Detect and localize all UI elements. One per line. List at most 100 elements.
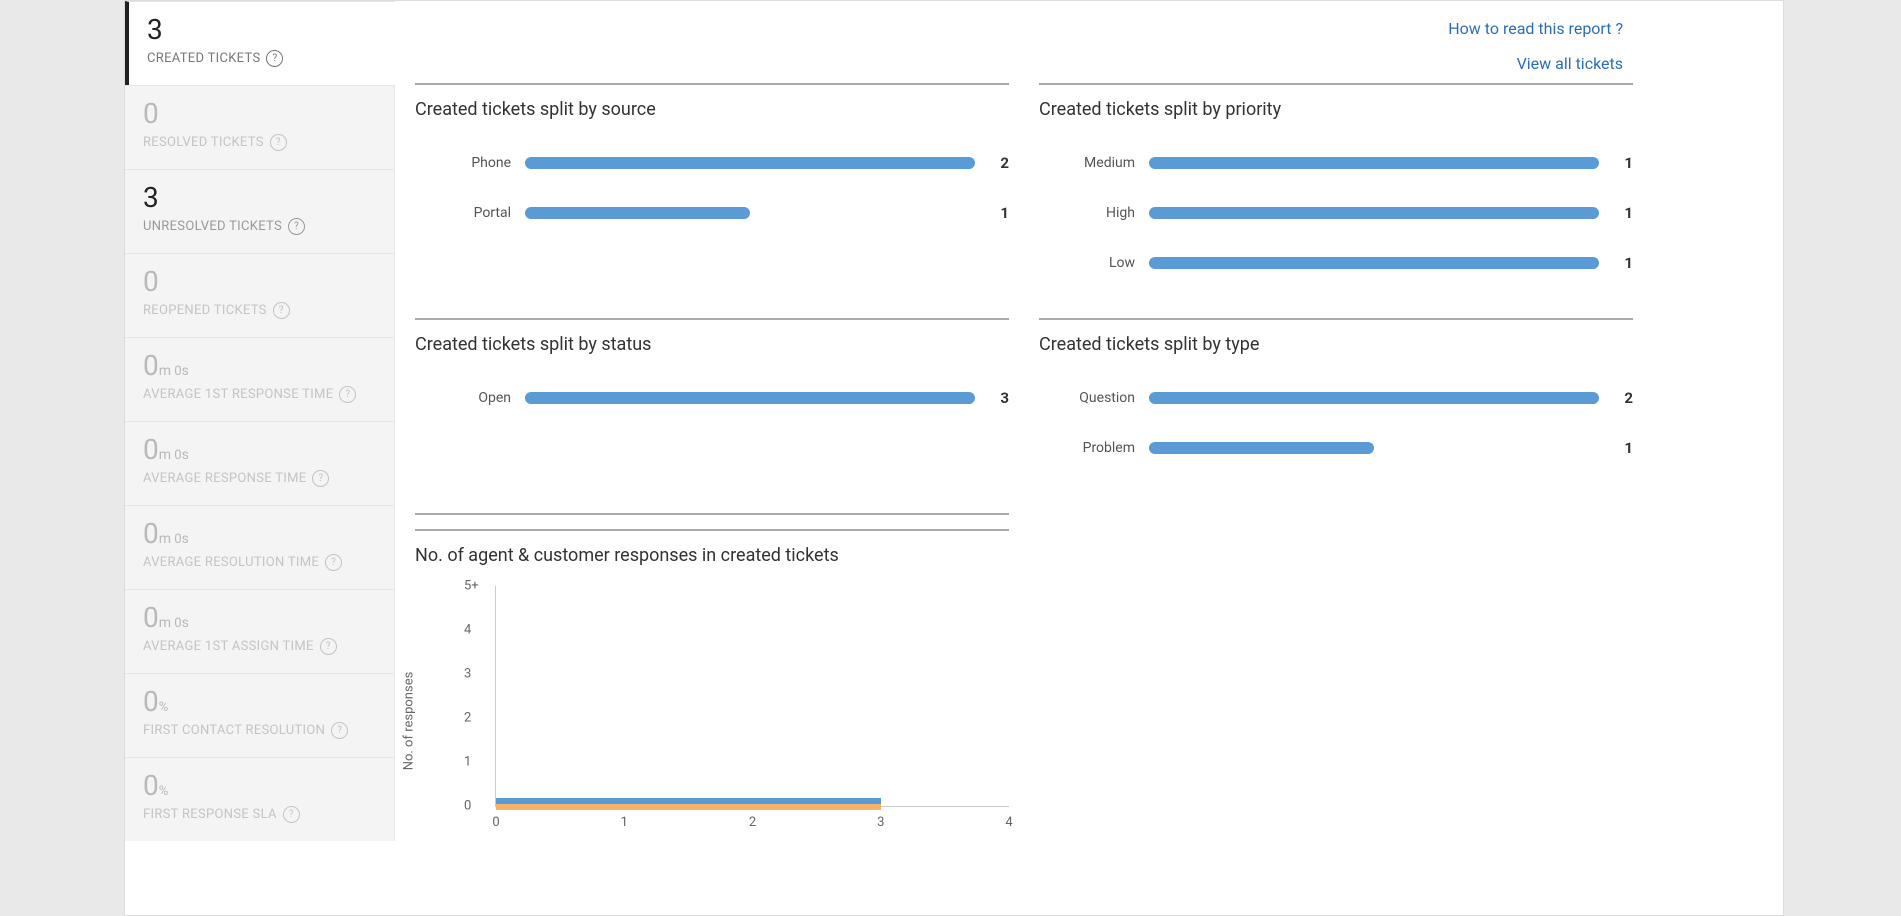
chart-status: Created tickets split by status Open 3 <box>415 318 1009 503</box>
bar-track <box>525 157 975 169</box>
bar-fill <box>525 157 975 169</box>
bar-track <box>525 392 975 404</box>
bar-track <box>1149 207 1599 219</box>
kpi-label: CREATED TICKETS <box>147 51 260 66</box>
y-tick: 3 <box>464 667 471 682</box>
report-main: How to read this report ? View all ticke… <box>415 1 1763 915</box>
chart-responses: No. of agent & customer responses in cre… <box>415 513 1009 856</box>
bar-fill <box>1149 207 1599 219</box>
kpi-label: AVERAGE RESPONSE TIME <box>143 471 306 486</box>
kpi-label: FIRST RESPONSE SLA <box>143 807 277 822</box>
kpi-label: AVERAGE RESOLUTION TIME <box>143 555 319 570</box>
kpi-value: 0 <box>143 601 159 634</box>
help-icon[interactable]: ? <box>331 722 348 739</box>
bar-track <box>1149 392 1599 404</box>
y-tick: 2 <box>464 711 471 726</box>
chart-priority: Created tickets split by priority Medium… <box>1039 83 1633 318</box>
y-axis-title: No. of responses <box>402 672 417 771</box>
bar-type-problem[interactable]: Problem 1 <box>1039 433 1633 463</box>
kpi-fr-sla[interactable]: 0%FIRST RESPONSE SLA? <box>125 757 395 841</box>
kpi-value: 0 <box>143 349 159 382</box>
kpi-avg-resolution[interactable]: 0m 0sAVERAGE RESOLUTION TIME? <box>125 505 395 589</box>
kpi-avg-first-response[interactable]: 0m 0s AVERAGE 1ST RESPONSE TIME? <box>125 337 395 421</box>
chart-title: No. of agent & customer responses in cre… <box>415 529 1009 566</box>
bar-source-phone[interactable]: Phone2 <box>415 148 1009 178</box>
bar-label: Low <box>1039 255 1149 271</box>
bar-status-open[interactable]: Open 3 <box>415 383 1009 413</box>
bar-label: Open <box>415 390 525 406</box>
chart-source: Created tickets split by source Phone2 Po… <box>415 83 1009 318</box>
help-icon[interactable]: ? <box>339 386 356 403</box>
bar-label: Phone <box>415 155 525 171</box>
report-panel: { "toplinks": { "help": "How to read thi… <box>124 0 1784 916</box>
y-tick: 4 <box>464 623 471 638</box>
bar-fill <box>1149 257 1599 269</box>
chart-title: Created tickets split by source <box>415 83 1009 120</box>
how-to-read-link[interactable]: How to read this report ? <box>1448 11 1623 46</box>
kpi-label: RESOLVED TICKETS <box>143 135 264 150</box>
x-tick: 1 <box>621 815 628 830</box>
bar-label: Medium <box>1039 155 1149 171</box>
kpi-resolved[interactable]: 0 RESOLVED TICKETS? <box>125 85 395 169</box>
help-icon[interactable]: ? <box>266 50 283 67</box>
bar-label: Problem <box>1039 440 1149 456</box>
bar-track <box>1149 442 1599 454</box>
bar-value: 1 <box>1599 439 1633 457</box>
chart-title: Created tickets split by priority <box>1039 83 1633 120</box>
bar-value: 1 <box>975 204 1009 222</box>
bar-source-portal[interactable]: Portal1 <box>415 198 1009 228</box>
kpi-label: REOPENED TICKETS <box>143 303 267 318</box>
kpi-value: 0 <box>143 97 159 130</box>
kpi-value: 3 <box>147 13 163 46</box>
bar-priority-high[interactable]: High1 <box>1039 198 1633 228</box>
y-tick: 5+ <box>464 579 479 594</box>
kpi-value: 0 <box>143 265 159 298</box>
bar-track <box>1149 157 1599 169</box>
y-tick: 1 <box>464 755 471 770</box>
kpi-label: AVERAGE 1ST RESPONSE TIME <box>143 387 333 402</box>
top-links: How to read this report ? View all ticke… <box>1448 11 1623 81</box>
bar-value: 1 <box>1599 254 1633 272</box>
kpi-avg-response[interactable]: 0m 0sAVERAGE RESPONSE TIME? <box>125 421 395 505</box>
bar-fill <box>525 207 750 219</box>
responses-plot: No. of responses 5+4321001234 <box>415 586 1009 856</box>
bar-track <box>525 207 975 219</box>
bar-fill <box>525 392 975 404</box>
kpi-unresolved[interactable]: 3 UNRESOLVED TICKETS? <box>125 169 395 253</box>
kpi-reopened[interactable]: 0 REOPENED TICKETS? <box>125 253 395 337</box>
bar-priority-medium[interactable]: Medium 1 <box>1039 148 1633 178</box>
bar-label: Question <box>1039 390 1149 406</box>
kpi-unit: m 0s <box>159 364 189 379</box>
x-tick: 3 <box>877 815 884 830</box>
kpi-unit: m 0s <box>159 532 189 547</box>
kpi-value: 3 <box>143 181 159 214</box>
help-icon[interactable]: ? <box>325 554 342 571</box>
kpi-fcr[interactable]: 0%FIRST CONTACT RESOLUTION? <box>125 673 395 757</box>
kpi-label: AVERAGE 1ST ASSIGN TIME <box>143 639 314 654</box>
help-icon[interactable]: ? <box>320 638 337 655</box>
kpi-value: 0 <box>143 769 159 802</box>
help-icon[interactable]: ? <box>312 470 329 487</box>
help-icon[interactable]: ? <box>270 134 287 151</box>
kpi-avg-first-assign[interactable]: 0m 0s AVERAGE 1ST ASSIGN TIME? <box>125 589 395 673</box>
bar-priority-low[interactable]: Low 1 <box>1039 248 1633 278</box>
kpi-unit: m 0s <box>159 616 189 631</box>
view-all-tickets-link[interactable]: View all tickets <box>1448 46 1623 81</box>
x-tick: 2 <box>749 815 756 830</box>
bar-track <box>1149 257 1599 269</box>
bar-value: 1 <box>1599 154 1633 172</box>
chart-title: Created tickets split by type <box>1039 318 1633 355</box>
kpi-created[interactable]: 3 CREATED TICKETS? <box>125 1 395 85</box>
bar-fill <box>1149 442 1374 454</box>
kpi-unit: % <box>159 700 169 715</box>
kpi-label: UNRESOLVED TICKETS <box>143 219 282 234</box>
help-icon[interactable]: ? <box>273 302 290 319</box>
kpi-sidebar: 3 CREATED TICKETS? 0 RESOLVED TICKETS? 3 UNRE… <box>125 1 395 915</box>
bar-value: 3 <box>975 389 1009 407</box>
chart-title: Created tickets split by status <box>415 318 1009 355</box>
bar-type-question[interactable]: Question2 <box>1039 383 1633 413</box>
chart-type: Created tickets split by type Question2 P… <box>1039 318 1633 503</box>
help-icon[interactable]: ? <box>283 806 300 823</box>
help-icon[interactable]: ? <box>288 218 305 235</box>
bar-label: High <box>1039 205 1149 221</box>
